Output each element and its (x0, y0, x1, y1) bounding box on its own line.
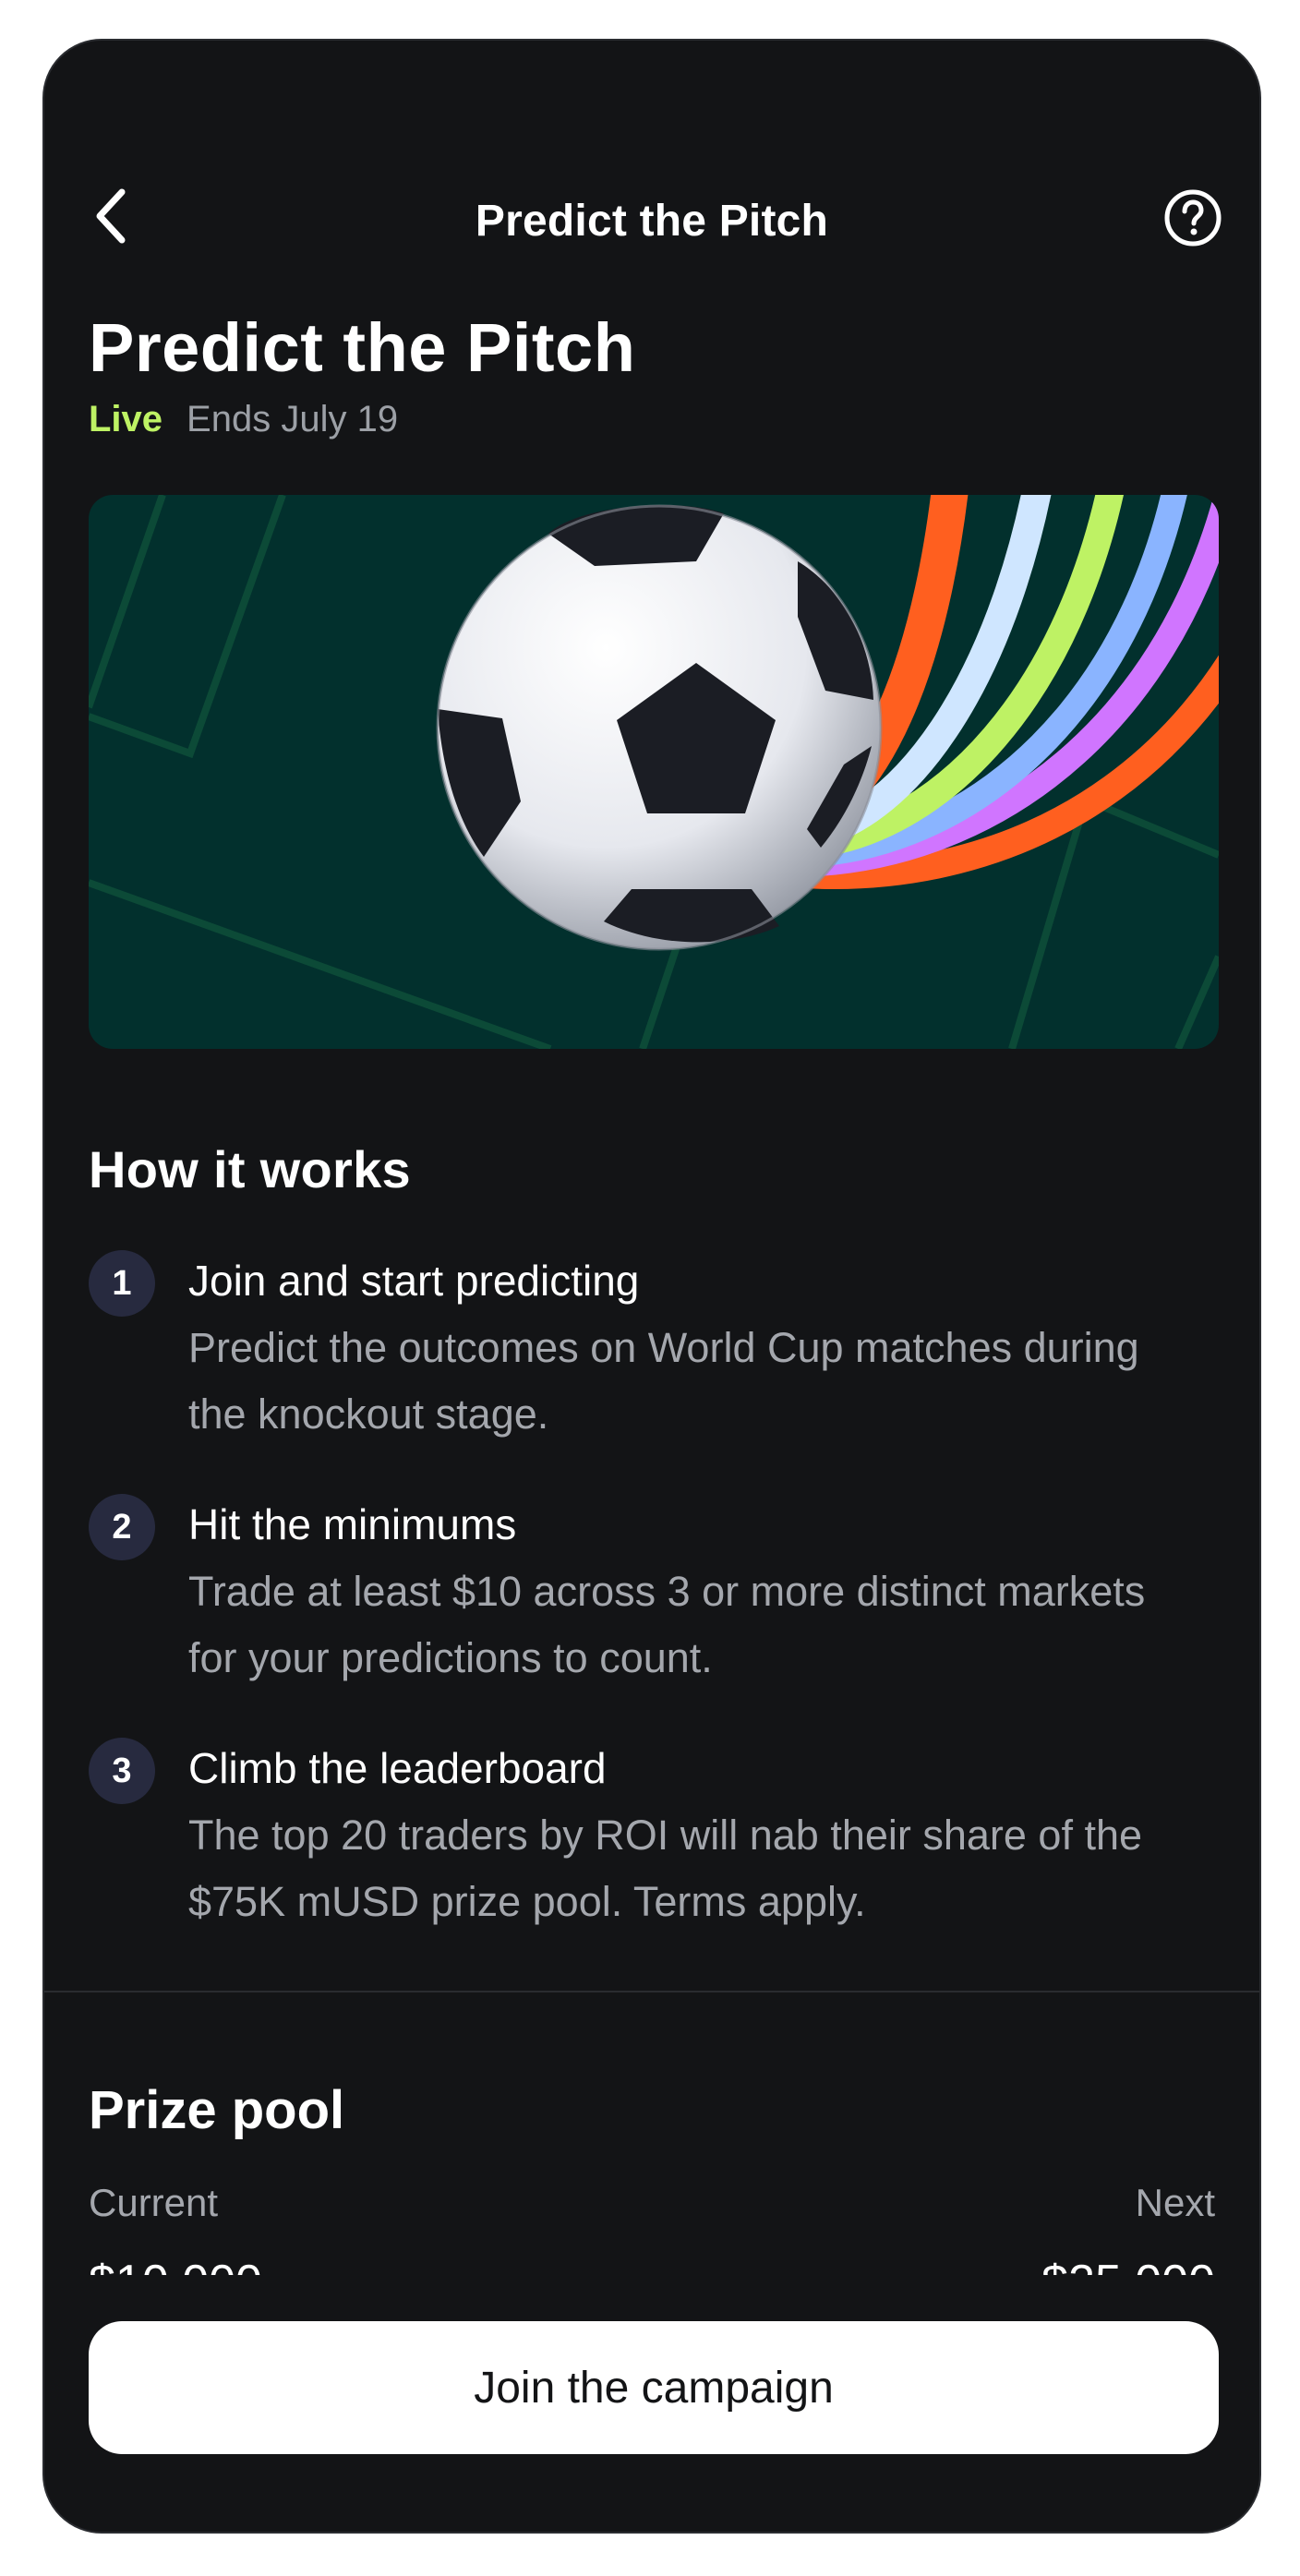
step-description: Trade at least $10 across 3 or more dist… (188, 1568, 1146, 1681)
end-date: Ends July 19 (187, 399, 399, 439)
prize-next-value: $25,000 (1041, 2255, 1215, 2275)
step-2: 2 Hit the minimums Trade at least $10 ac… (89, 1494, 1219, 1697)
step-number-badge: 3 (89, 1738, 155, 1804)
top-bar: Predict the Pitch (44, 142, 1259, 253)
prize-current-label: Current (89, 2181, 219, 2224)
join-campaign-button[interactable]: Join the campaign (89, 2321, 1219, 2454)
section-divider (44, 1991, 1259, 1992)
step-3: 3 Climb the leaderboard The top 20 trade… (89, 1738, 1219, 1941)
header-title: Predict the Pitch (475, 197, 829, 246)
step-number-badge: 1 (89, 1250, 155, 1317)
app-screen: Predict the Pitch Predict the Pitch Live… (42, 39, 1261, 2534)
step-number-badge: 2 (89, 1494, 155, 1560)
prize-current-value: $10,000 (89, 2255, 262, 2275)
how-it-works-title: How it works (89, 1140, 411, 1198)
live-badge: Live (89, 399, 163, 439)
campaign-banner (89, 495, 1219, 1049)
help-button[interactable] (1163, 188, 1222, 247)
campaign-title: Predict the Pitch (89, 309, 636, 386)
step-description: Predict the outcomes on World Cup matche… (188, 1324, 1139, 1438)
question-circle-icon (1164, 189, 1222, 247)
step-description: The top 20 traders by ROI will nab their… (188, 1812, 1143, 1925)
step-title: Hit the minimums (188, 1500, 517, 1548)
step-title: Join and start predicting (188, 1257, 640, 1305)
prize-values-row: $10,000 $25,000 (44, 2227, 1259, 2275)
campaign-status-row: Live Ends July 19 (89, 399, 398, 440)
prize-pool-title: Prize pool (89, 2080, 345, 2140)
prize-next-label: Next (1135, 2181, 1215, 2224)
step-1: 1 Join and start predicting Predict the … (89, 1250, 1219, 1453)
step-title: Climb the leaderboard (188, 1744, 607, 1792)
soccer-ball-illustration (89, 495, 1219, 1049)
